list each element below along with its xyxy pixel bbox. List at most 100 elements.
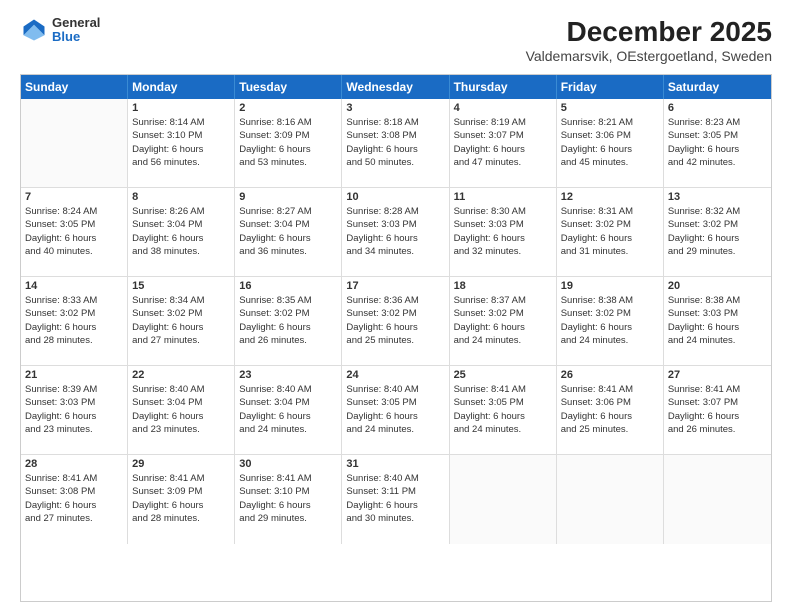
calendar-cell: 5Sunrise: 8:21 AMSunset: 3:06 PMDaylight… — [557, 99, 664, 187]
cell-line: Sunset: 3:05 PM — [454, 396, 552, 409]
cell-line: Sunset: 3:02 PM — [561, 307, 659, 320]
cell-line: Sunset: 3:03 PM — [668, 307, 767, 320]
cell-line: Sunrise: 8:32 AM — [668, 205, 767, 218]
calendar-cell: 13Sunrise: 8:32 AMSunset: 3:02 PMDayligh… — [664, 188, 771, 276]
logo-blue: Blue — [52, 30, 100, 44]
day-number: 20 — [668, 280, 767, 292]
cell-line: Sunset: 3:08 PM — [346, 129, 444, 142]
cell-line: and 42 minutes. — [668, 156, 767, 169]
cell-line: and 38 minutes. — [132, 245, 230, 258]
day-number: 17 — [346, 280, 444, 292]
cell-line: and 45 minutes. — [561, 156, 659, 169]
cell-line: Sunset: 3:02 PM — [25, 307, 123, 320]
cell-line: Daylight: 6 hours — [346, 321, 444, 334]
cell-line: Sunrise: 8:18 AM — [346, 116, 444, 129]
day-number: 14 — [25, 280, 123, 292]
cell-line: Sunrise: 8:28 AM — [346, 205, 444, 218]
calendar-cell: 19 Sunrise: 8:38 AMSunset: 3:02 PMDayligh… — [557, 277, 664, 365]
calendar-cell: 22Sunrise: 8:40 AMSunset: 3:04 PMDayligh… — [128, 366, 235, 454]
cell-line: Daylight: 6 hours — [239, 499, 337, 512]
day-number: 30 — [239, 458, 337, 470]
cell-line: Sunset: 3:03 PM — [454, 218, 552, 231]
calendar-cell — [21, 99, 128, 187]
day-number: 6 — [668, 102, 767, 114]
cell-line: and 40 minutes. — [25, 245, 123, 258]
cell-line: Sunset: 3:05 PM — [346, 396, 444, 409]
calendar-row: 1Sunrise: 8:14 AMSunset: 3:10 PMDaylight… — [21, 99, 771, 188]
cell-line: Sunrise: 8:41 AM — [239, 472, 337, 485]
header: General Blue December 2025 Valdemarsvik,… — [20, 16, 772, 64]
cell-line: Sunset: 3:03 PM — [25, 396, 123, 409]
cell-line: and 23 minutes. — [132, 423, 230, 436]
cell-line: Sunrise: 8:38 AM — [668, 294, 767, 307]
day-number: 3 — [346, 102, 444, 114]
cell-line: Sunrise: 8:19 AM — [454, 116, 552, 129]
day-number: 28 — [25, 458, 123, 470]
cell-line: and 32 minutes. — [454, 245, 552, 258]
cell-line: Sunrise: 8:41 AM — [25, 472, 123, 485]
cell-line: Sunrise: 8:34 AM — [132, 294, 230, 307]
logo: General Blue — [20, 16, 100, 45]
cell-line: Sunset: 3:02 PM — [561, 218, 659, 231]
cell-line: Daylight: 6 hours — [668, 321, 767, 334]
cell-line: and 36 minutes. — [239, 245, 337, 258]
cell-line: Sunset: 3:09 PM — [239, 129, 337, 142]
calendar-cell — [450, 455, 557, 544]
cell-line: Sunrise: 8:39 AM — [25, 383, 123, 396]
calendar-cell: 17Sunrise: 8:36 AMSunset: 3:02 PMDayligh… — [342, 277, 449, 365]
calendar-cell: 15Sunrise: 8:34 AMSunset: 3:02 PMDayligh… — [128, 277, 235, 365]
calendar-cell: 10Sunrise: 8:28 AMSunset: 3:03 PMDayligh… — [342, 188, 449, 276]
logo-general: General — [52, 16, 100, 30]
main-title: December 2025 — [526, 16, 772, 48]
cell-line: Sunrise: 8:33 AM — [25, 294, 123, 307]
cell-line: Sunrise: 8:40 AM — [346, 383, 444, 396]
calendar-header-cell: Saturday — [664, 75, 771, 99]
cell-line: Sunrise: 8:38 AM — [561, 294, 659, 307]
calendar-cell: 9Sunrise: 8:27 AMSunset: 3:04 PMDaylight… — [235, 188, 342, 276]
day-number: 11 — [454, 191, 552, 203]
calendar-cell: 3Sunrise: 8:18 AMSunset: 3:08 PMDaylight… — [342, 99, 449, 187]
cell-line: Sunset: 3:02 PM — [346, 307, 444, 320]
cell-line: Daylight: 6 hours — [454, 143, 552, 156]
cell-line: and 25 minutes. — [346, 334, 444, 347]
cell-line: Sunset: 3:07 PM — [668, 396, 767, 409]
calendar-cell: 11Sunrise: 8:30 AMSunset: 3:03 PMDayligh… — [450, 188, 557, 276]
cell-line: Sunrise: 8:41 AM — [668, 383, 767, 396]
cell-line: Daylight: 6 hours — [239, 232, 337, 245]
cell-line: and 53 minutes. — [239, 156, 337, 169]
day-number: 26 — [561, 369, 659, 381]
calendar-header-cell: Friday — [557, 75, 664, 99]
cell-line: Sunset: 3:10 PM — [239, 485, 337, 498]
cell-line: Daylight: 6 hours — [132, 143, 230, 156]
calendar-cell: 30 Sunrise: 8:41 AMSunset: 3:10 PMDayligh… — [235, 455, 342, 544]
calendar-cell — [557, 455, 664, 544]
day-number: 1 — [132, 102, 230, 114]
cell-line: and 29 minutes. — [239, 512, 337, 525]
calendar-cell: 20 Sunrise: 8:38 AMSunset: 3:03 PMDayligh… — [664, 277, 771, 365]
calendar-header: SundayMondayTuesdayWednesdayThursdayFrid… — [21, 75, 771, 99]
calendar-cell: 27Sunrise: 8:41 AMSunset: 3:07 PMDayligh… — [664, 366, 771, 454]
cell-line: Daylight: 6 hours — [561, 321, 659, 334]
cell-line: Sunset: 3:04 PM — [132, 218, 230, 231]
cell-line: Sunset: 3:07 PM — [454, 129, 552, 142]
cell-line: Daylight: 6 hours — [25, 499, 123, 512]
cell-line: Sunset: 3:02 PM — [132, 307, 230, 320]
calendar-row: 21Sunrise: 8:39 AMSunset: 3:03 PMDayligh… — [21, 366, 771, 455]
day-number: 10 — [346, 191, 444, 203]
cell-line: Sunset: 3:04 PM — [239, 218, 337, 231]
calendar-row: 7Sunrise: 8:24 AMSunset: 3:05 PMDaylight… — [21, 188, 771, 277]
calendar-cell: 25Sunrise: 8:41 AMSunset: 3:05 PMDayligh… — [450, 366, 557, 454]
cell-line: Daylight: 6 hours — [668, 143, 767, 156]
title-block: December 2025 Valdemarsvik, OEstergoetla… — [526, 16, 772, 64]
cell-line: Sunset: 3:02 PM — [454, 307, 552, 320]
cell-line: and 50 minutes. — [346, 156, 444, 169]
calendar-header-cell: Thursday — [450, 75, 557, 99]
day-number: 19 — [561, 280, 659, 292]
cell-line: Sunrise: 8:26 AM — [132, 205, 230, 218]
day-number: 18 — [454, 280, 552, 292]
cell-line: and 28 minutes. — [132, 512, 230, 525]
calendar-cell: 1Sunrise: 8:14 AMSunset: 3:10 PMDaylight… — [128, 99, 235, 187]
calendar-cell: 24Sunrise: 8:40 AMSunset: 3:05 PMDayligh… — [342, 366, 449, 454]
calendar-cell: 8Sunrise: 8:26 AMSunset: 3:04 PMDaylight… — [128, 188, 235, 276]
cell-line: Daylight: 6 hours — [454, 410, 552, 423]
